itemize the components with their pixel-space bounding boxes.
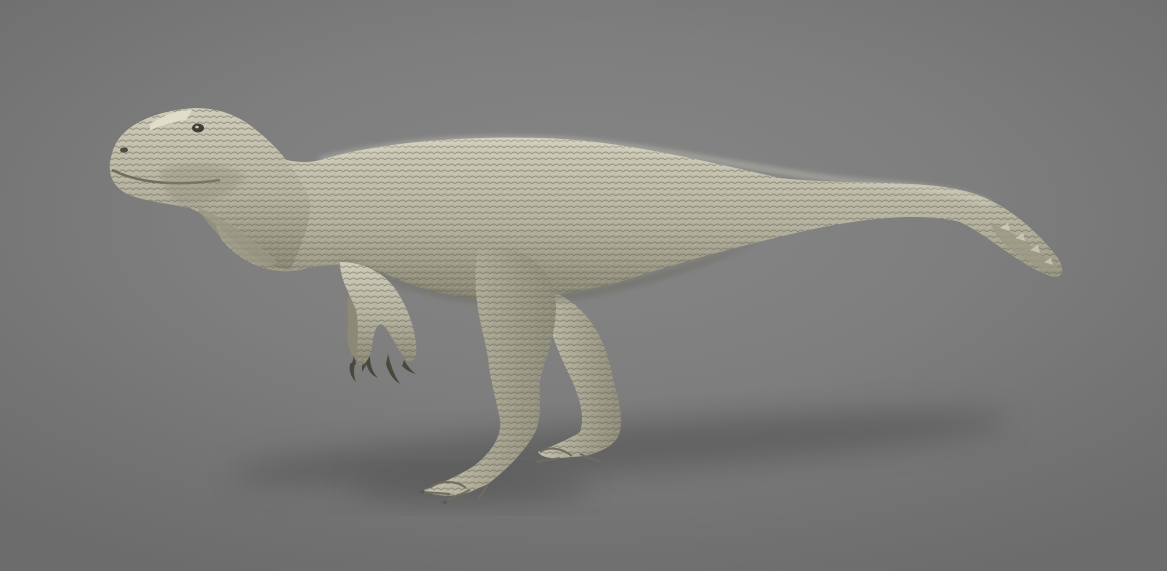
eye-icon	[192, 123, 204, 133]
render-viewport	[0, 0, 1167, 571]
dinosaur-render	[109, 108, 1063, 504]
dinosaur-body	[212, 136, 1063, 305]
dinosaur-head	[109, 108, 311, 270]
